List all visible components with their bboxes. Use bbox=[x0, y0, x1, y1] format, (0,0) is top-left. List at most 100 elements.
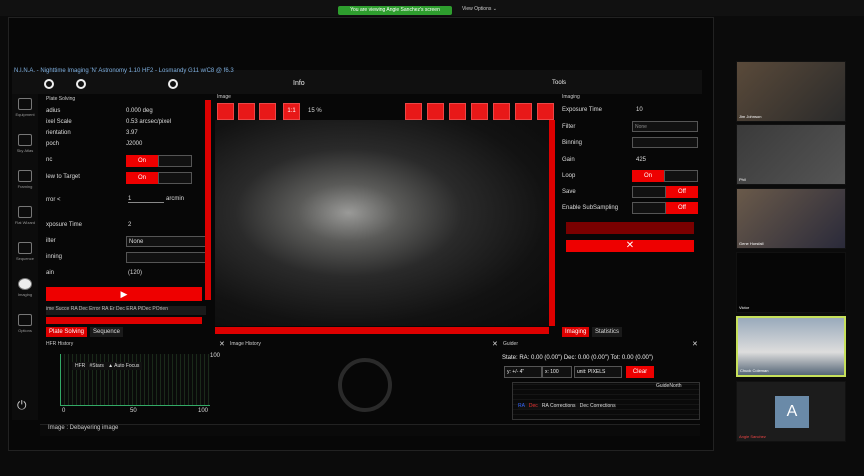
annotate-icon[interactable] bbox=[515, 103, 532, 120]
plate-panel-title: Plate Solving bbox=[46, 96, 76, 102]
save-label: Save bbox=[562, 189, 576, 195]
plate-row: rientation 3.97 bbox=[46, 130, 138, 136]
close-icon[interactable]: ✕ bbox=[219, 340, 225, 348]
wand-icon[interactable] bbox=[471, 103, 488, 120]
slew-toggle[interactable]: On bbox=[126, 172, 158, 184]
target-icon[interactable] bbox=[449, 103, 466, 120]
participant-video: Victor bbox=[736, 252, 846, 313]
plate-scrollbar[interactable] bbox=[46, 317, 202, 324]
nav-sky-atlas[interactable]: Sky Atlas bbox=[12, 134, 38, 166]
image-history-y-tick: 100 bbox=[210, 353, 221, 359]
image-hscroll[interactable] bbox=[215, 327, 549, 334]
flat-wizard-icon bbox=[18, 206, 32, 218]
subsampling-toggle[interactable]: Off bbox=[666, 202, 698, 214]
img-gain-label: Gain bbox=[562, 157, 575, 163]
slew-label: lew to Target bbox=[46, 174, 80, 180]
filter-wheel-icon[interactable] bbox=[76, 79, 86, 89]
guider-unit-select[interactable]: unit: PIXELS bbox=[574, 366, 622, 378]
equipment-icon bbox=[18, 98, 32, 110]
img-binning-select[interactable] bbox=[632, 137, 698, 148]
nav-equipment[interactable]: Equipment bbox=[12, 98, 38, 130]
exposure-label: xposure Time bbox=[46, 222, 83, 228]
save-toggle[interactable]: Off bbox=[666, 186, 698, 198]
nav-framing[interactable]: Framing bbox=[12, 170, 38, 202]
sky-atlas-icon bbox=[18, 134, 32, 146]
sync-toggle[interactable]: On bbox=[126, 155, 158, 167]
img-filter-select[interactable]: None bbox=[632, 121, 698, 132]
filter-select[interactable]: None bbox=[126, 236, 206, 247]
nav-flat-wizard[interactable]: Flat Wizard bbox=[12, 206, 38, 238]
guider-y-select[interactable]: y: +/- 4" bbox=[504, 366, 542, 378]
solve-play-button[interactable]: ▶ bbox=[46, 287, 202, 301]
nav-sequence[interactable]: Sequence bbox=[12, 242, 38, 274]
one-to-one-button[interactable]: 1:1 bbox=[283, 103, 300, 120]
image-vscroll[interactable] bbox=[549, 120, 555, 326]
zoom-level: 15 % bbox=[308, 108, 322, 114]
left-nav: Equipment Sky Atlas Framing Flat Wizard … bbox=[12, 94, 38, 420]
tab-plate-solving[interactable]: Plate Solving bbox=[46, 327, 88, 337]
loop-toggle[interactable]: On bbox=[632, 170, 664, 182]
camera-icon[interactable] bbox=[44, 79, 54, 89]
nav-imaging[interactable]: Imaging bbox=[12, 278, 38, 310]
tab-sequence[interactable]: Sequence bbox=[90, 327, 124, 337]
grid-icon[interactable] bbox=[405, 103, 422, 120]
img-binning-label: Binning bbox=[562, 140, 583, 146]
binning-select[interactable] bbox=[126, 252, 206, 263]
exposure-input[interactable]: 2 bbox=[128, 222, 131, 228]
crosshair-icon[interactable] bbox=[427, 103, 444, 120]
plate-row: adius 0.000 deg bbox=[46, 108, 153, 114]
avatar: A bbox=[775, 396, 809, 428]
filter-label: ilter bbox=[46, 238, 56, 244]
guider-clear-button[interactable]: Clear bbox=[626, 366, 654, 378]
fit-icon[interactable] bbox=[259, 103, 276, 120]
error-unit: arcmin bbox=[166, 196, 185, 202]
guide-north-label: GuideNorth bbox=[656, 383, 682, 389]
guider-legend: RA Dec RA Corrections Dec Corrections bbox=[518, 403, 616, 409]
image-history-title: Image History bbox=[230, 341, 261, 347]
close-icon[interactable]: ✕ bbox=[492, 340, 498, 348]
power-icon[interactable]: ⏻ bbox=[17, 398, 27, 413]
history-icon bbox=[338, 358, 392, 412]
capture-button[interactable] bbox=[566, 222, 694, 234]
gear-icon bbox=[18, 314, 32, 326]
hfr-x-tick: 50 bbox=[130, 408, 137, 414]
sync-label: nc bbox=[46, 157, 53, 163]
img-filter-label: Filter bbox=[562, 124, 576, 130]
tab-imaging[interactable]: Imaging bbox=[562, 327, 590, 337]
guider-icon[interactable] bbox=[168, 79, 178, 89]
img-exposure-label: Exposure Time bbox=[562, 107, 603, 113]
info-tab[interactable]: Info bbox=[293, 80, 305, 87]
img-exposure-input[interactable]: 10 bbox=[636, 107, 643, 113]
tools-menu[interactable]: Tools bbox=[552, 80, 566, 86]
cancel-button[interactable]: ✕ bbox=[566, 240, 694, 252]
star-icon[interactable] bbox=[493, 103, 510, 120]
close-icon[interactable]: ✕ bbox=[692, 340, 698, 348]
sequence-icon bbox=[18, 242, 32, 254]
tab-statistics[interactable]: Statistics bbox=[592, 327, 623, 337]
hfr-panel-title: HFR History bbox=[46, 341, 74, 347]
orion-nebula-image bbox=[215, 120, 549, 326]
img-gain-input[interactable]: 425 bbox=[636, 157, 646, 163]
hfr-legend: HFR #Stars ▲ Auto Focus bbox=[72, 362, 143, 370]
plate-vscroll[interactable] bbox=[205, 100, 211, 300]
guider-title: Guider bbox=[503, 341, 519, 347]
loop-label: Loop bbox=[562, 173, 576, 179]
zoom-out-icon[interactable] bbox=[238, 103, 255, 120]
gain-input[interactable]: (120) bbox=[128, 270, 142, 276]
guider-x-select[interactable]: x: 100 bbox=[542, 366, 572, 378]
imaging-icon bbox=[18, 278, 32, 290]
window-title: N.I.N.A. - Nighttime Imaging 'N' Astrono… bbox=[14, 68, 234, 74]
save-image-icon[interactable] bbox=[537, 103, 554, 120]
participant-video: A Angie Sanchez bbox=[736, 381, 846, 442]
share-banner: You are viewing Angie Sanchez's screen bbox=[338, 6, 452, 15]
participant-video: Jim Johnson bbox=[736, 61, 846, 122]
plate-columns-header: ime Succe RA Dec Error RA Er Dec ERA PiD… bbox=[46, 306, 206, 315]
hfr-x-tick: 0 bbox=[62, 408, 66, 414]
participant-video: Phil bbox=[736, 124, 846, 185]
zoom-in-icon[interactable] bbox=[217, 103, 234, 120]
nav-options[interactable]: Options bbox=[12, 314, 38, 346]
hfr-x-tick: 100 bbox=[198, 408, 209, 414]
view-options-button[interactable]: View Options ⌄ bbox=[462, 6, 497, 12]
plate-row: poch J2000 bbox=[46, 141, 143, 147]
error-input[interactable]: 1 bbox=[128, 196, 164, 203]
